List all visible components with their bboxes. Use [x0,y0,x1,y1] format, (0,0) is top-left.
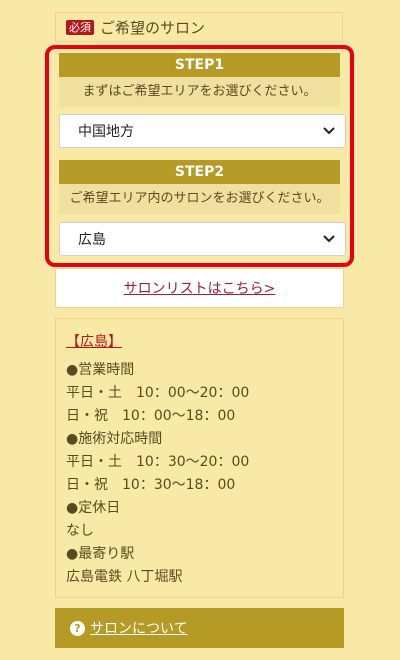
salon-select-value: 広島 [78,232,106,248]
question-circle-icon: ? [70,620,85,636]
info-line: 広島電鉄 八丁堀駅 [66,569,183,585]
area-selection-panel: STEP1 まずはご希望エリアをお選びください。 中国地方 STEP2 ご希望エ… [45,45,354,267]
salon-list-container: サロンリストはこちら> [55,268,344,308]
salon-list-link[interactable]: サロンリストはこちら> [124,278,276,298]
step1-label: STEP1 [59,53,340,77]
info-line: 日・祝 10：30〜18：00 [66,477,236,493]
required-badge: 必須 [66,19,94,35]
salon-selection-header: 必須 ご希望のサロン [55,12,343,42]
section-title: ご希望のサロン [100,18,206,37]
chevron-down-icon [319,127,339,135]
info-line: ●最寄り駅 [66,546,135,562]
info-line: なし [66,523,94,539]
salon-info-panel: 【広島】 ●営業時間 平日・土 10：00〜20：00 日・祝 10：00〜18… [55,318,344,598]
info-line: 日・祝 10：00〜18：00 [66,408,236,424]
salon-info-title: 【広島】 [66,334,122,350]
area-select-value: 中国地方 [78,124,134,140]
step2-label: STEP2 [59,160,340,184]
about-salon-link[interactable]: サロンについて [90,618,188,638]
info-line: ●施術対応時間 [66,431,163,447]
step1-description: まずはご希望エリアをお選びください。 [59,77,340,107]
info-line: ●営業時間 [66,362,135,378]
chevron-down-icon [319,235,339,243]
info-line: 平日・土 10：00〜20：00 [66,385,250,401]
salon-select[interactable]: 広島 [59,222,346,256]
info-line: ●定休日 [66,500,121,516]
step2-description: ご希望エリア内のサロンをお選びください。 [59,184,340,214]
about-salon-bar[interactable]: ? サロンについて [55,608,344,648]
area-select[interactable]: 中国地方 [59,114,346,148]
info-line: 平日・土 10：30〜20：00 [66,454,250,470]
